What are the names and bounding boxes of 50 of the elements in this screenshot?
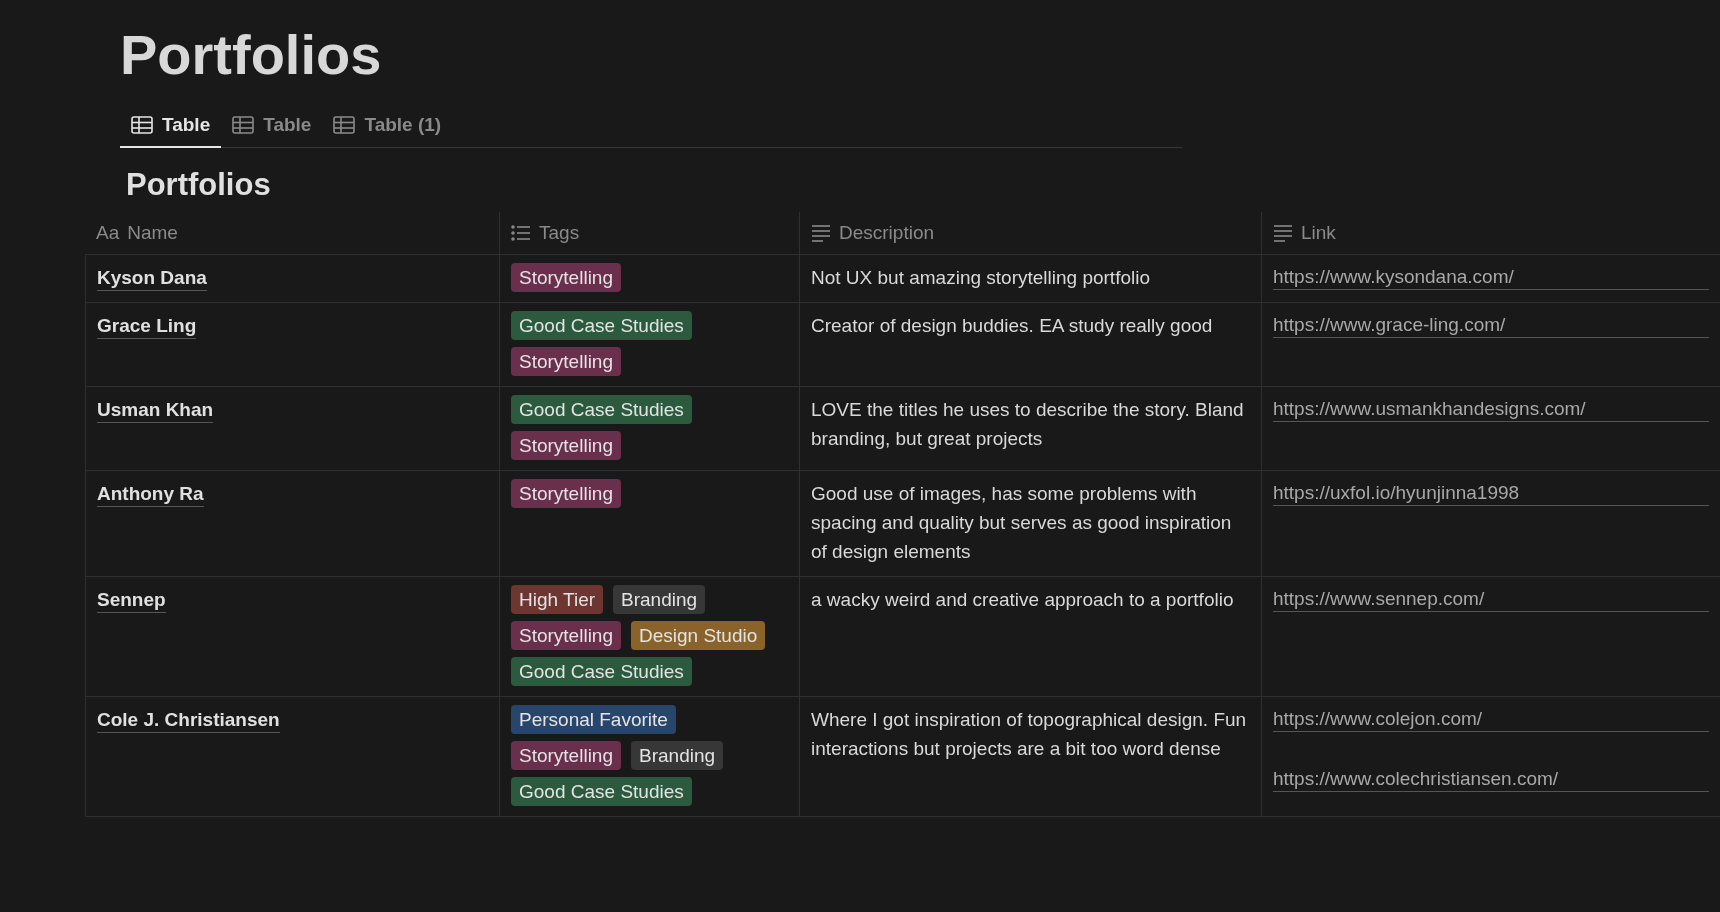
tag: Branding — [631, 741, 724, 770]
column-header[interactable]: Name — [127, 222, 178, 244]
row-title[interactable]: Usman Khan — [97, 398, 214, 423]
column-header[interactable]: Description — [839, 222, 935, 244]
table-icon — [232, 116, 255, 134]
description-text: Good use of images, has some problems with spacing and quality but serves as good inspiration of design elements — [811, 482, 1233, 564]
url-link[interactable]: https://uxfol.io/hyunjinna1998 — [1273, 481, 1709, 506]
tag: Storytelling — [511, 741, 621, 770]
description-text: a wacky weird and creative approach to a portfolio — [811, 588, 1235, 612]
tag: Storytelling — [511, 347, 621, 376]
page-title: Portfolios — [120, 22, 382, 88]
row-title[interactable]: Cole J. Christiansen — [97, 708, 280, 733]
table-icon — [131, 116, 153, 134]
view-tab[interactable]: Table (1) — [322, 114, 453, 148]
row-title[interactable]: Anthony Ra — [97, 482, 204, 507]
url-link[interactable]: https://www.kysondana.com/ — [1273, 265, 1709, 290]
tag: Good Case Studies — [511, 777, 692, 806]
tag: Storytelling — [511, 263, 621, 292]
tag: Storytelling — [511, 431, 621, 460]
table-icon — [333, 116, 356, 134]
url-link[interactable]: https://www.sennep.com/ — [1273, 587, 1709, 612]
row-title[interactable]: Sennep — [97, 588, 166, 613]
description-text: Where I got inspiration of topographical design. Fun interactions but projects are a bit too word dense — [811, 708, 1248, 761]
title-type-icon: Aa — [96, 222, 120, 244]
text-lines-icon — [811, 224, 831, 242]
tag: Storytelling — [511, 479, 621, 508]
description-text: Not UX but amazing storytelling portfolio — [811, 266, 1151, 290]
description-text: LOVE the titles he uses to describe the story. Bland branding, but great projects — [811, 398, 1245, 451]
list-icon — [511, 225, 531, 241]
description-text: Creator of design buddies. EA study really good — [811, 314, 1214, 338]
tag: High Tier — [511, 585, 604, 614]
view-tab[interactable]: Table — [120, 114, 222, 148]
url-link[interactable]: https://www.colechristiansen.com/ — [1273, 767, 1709, 792]
tag: Good Case Studies — [511, 657, 692, 686]
url-link[interactable]: https://www.usmankhandesigns.com/ — [1273, 397, 1709, 422]
tag: Design Studio — [631, 621, 766, 650]
url-link[interactable]: https://www.grace-ling.com/ — [1273, 313, 1709, 338]
column-header[interactable]: Link — [1301, 222, 1336, 244]
table-title: Portfolios — [126, 166, 271, 204]
url-link[interactable]: https://www.colejon.com/ — [1273, 707, 1709, 732]
tag: Branding — [613, 585, 706, 614]
tag: Good Case Studies — [511, 395, 692, 424]
tag: Personal Favorite — [511, 705, 676, 734]
text-lines-icon — [1273, 224, 1293, 242]
row-title[interactable]: Grace Ling — [97, 314, 197, 339]
tag: Good Case Studies — [511, 311, 692, 340]
view-tab[interactable]: Table — [221, 114, 323, 148]
row-title[interactable]: Kyson Dana — [97, 266, 207, 291]
column-header[interactable]: Tags — [539, 222, 580, 244]
tag: Storytelling — [511, 621, 621, 650]
